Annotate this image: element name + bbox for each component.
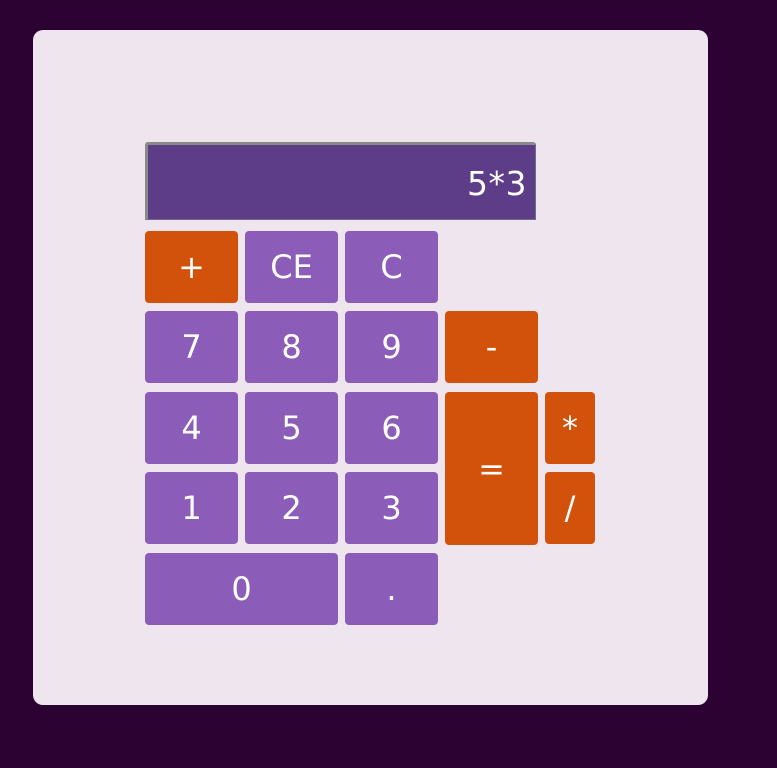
digit-3-button[interactable]: 3 — [345, 472, 438, 544]
digit-7-button[interactable]: 7 — [145, 311, 238, 383]
divide-button[interactable]: / — [545, 472, 595, 544]
multiply-button[interactable]: * — [545, 392, 595, 464]
digit-0-button[interactable]: 0 — [145, 553, 338, 625]
digit-5-button[interactable]: 5 — [245, 392, 338, 464]
digit-6-button[interactable]: 6 — [345, 392, 438, 464]
digit-4-button[interactable]: 4 — [145, 392, 238, 464]
digit-8-button[interactable]: 8 — [245, 311, 338, 383]
clear-button[interactable]: C — [345, 231, 438, 303]
decimal-button[interactable]: . — [345, 553, 438, 625]
plus-button[interactable]: + — [145, 231, 238, 303]
equals-button[interactable]: = — [445, 392, 538, 545]
calculator-display: 5*3 — [145, 142, 536, 220]
digit-2-button[interactable]: 2 — [245, 472, 338, 544]
digit-1-button[interactable]: 1 — [145, 472, 238, 544]
minus-button[interactable]: - — [445, 311, 538, 383]
digit-9-button[interactable]: 9 — [345, 311, 438, 383]
clear-entry-button[interactable]: CE — [245, 231, 338, 303]
